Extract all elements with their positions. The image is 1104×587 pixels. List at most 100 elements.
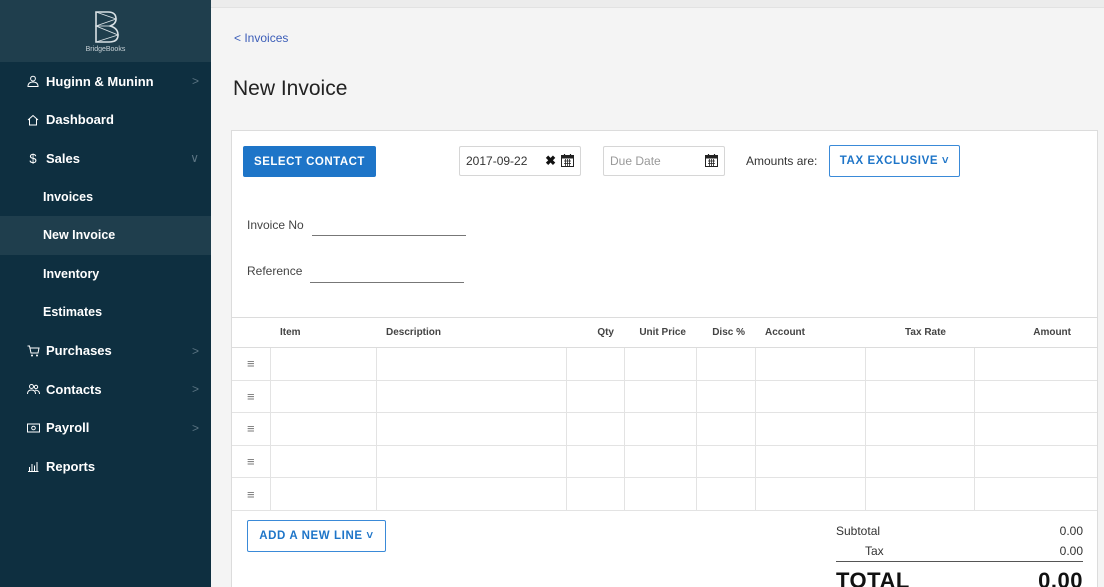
select-contact-button[interactable]: SELECT CONTACT: [243, 146, 376, 177]
chevron-right-icon: >: [191, 382, 199, 397]
sidebar-item-label: Contacts: [46, 381, 102, 397]
item-cell[interactable]: [270, 347, 377, 381]
user-icon: [26, 75, 40, 88]
tax-value: 0.00: [1059, 544, 1083, 558]
chevron-right-icon: >: [191, 420, 199, 435]
sidebar-item-contacts[interactable]: Contacts >: [0, 370, 211, 409]
unit-price-cell[interactable]: [624, 347, 697, 381]
sidebar-item-label: Estimates: [43, 305, 103, 320]
disc-cell[interactable]: [696, 477, 756, 511]
disc-cell[interactable]: [696, 445, 756, 479]
description-cell[interactable]: [376, 412, 567, 446]
sidebar-subitem-estimates[interactable]: Estimates: [0, 293, 211, 332]
description-cell[interactable]: [376, 477, 567, 511]
column-header-account: Account: [755, 317, 865, 348]
amount-cell[interactable]: [974, 412, 1097, 446]
unit-price-cell[interactable]: [624, 477, 697, 511]
sidebar-item-purchases[interactable]: Purchases >: [0, 332, 211, 371]
unit-price-cell[interactable]: [624, 412, 697, 446]
disc-cell[interactable]: [696, 380, 756, 414]
item-cell[interactable]: [270, 412, 377, 446]
calendar-icon[interactable]: [561, 154, 574, 170]
sidebar-subitem-invoices[interactable]: Invoices: [0, 178, 211, 217]
invoice-form-card: SELECT CONTACT 2017-09-22 ✖ Due Date Amo…: [231, 130, 1098, 587]
drag-handle-icon[interactable]: ≡: [232, 412, 271, 446]
sidebar-item-payroll[interactable]: Payroll >: [0, 409, 211, 448]
tax-rate-cell[interactable]: [865, 445, 975, 479]
table-row: ≡: [232, 445, 1097, 479]
amount-cell[interactable]: [974, 347, 1097, 381]
dollar-icon: $: [29, 150, 37, 166]
column-header-item: Item: [270, 317, 376, 348]
tax-rate-cell[interactable]: [865, 412, 975, 446]
drag-handle-icon[interactable]: ≡: [232, 347, 271, 381]
column-header-tax-rate: Tax Rate: [865, 317, 974, 348]
totals-divider: [836, 561, 1083, 562]
account-cell[interactable]: [755, 412, 866, 446]
drag-handle-icon[interactable]: ≡: [232, 380, 271, 414]
due-date-field[interactable]: Due Date: [603, 146, 725, 176]
sidebar-item-label: Invoices: [43, 189, 94, 204]
disc-cell[interactable]: [696, 347, 756, 381]
qty-cell[interactable]: [566, 477, 625, 511]
description-cell[interactable]: [376, 445, 567, 479]
table-row: ≡: [232, 380, 1097, 414]
item-cell[interactable]: [270, 445, 377, 479]
cart-icon: [26, 345, 40, 357]
clear-date-icon[interactable]: ✖: [545, 153, 556, 169]
qty-cell[interactable]: [566, 445, 625, 479]
sidebar-subitem-new-invoice[interactable]: New Invoice: [0, 216, 211, 255]
amount-cell[interactable]: [974, 477, 1097, 511]
account-cell[interactable]: [755, 380, 866, 414]
qty-cell[interactable]: [566, 412, 625, 446]
add-new-line-button[interactable]: ADD A NEW LINE ˅: [247, 520, 386, 552]
reference-label: Reference: [247, 264, 303, 278]
tax-label: Tax: [865, 544, 884, 558]
brand-name: BridgeBooks: [85, 45, 126, 53]
qty-cell[interactable]: [566, 380, 625, 414]
sidebar-subitem-inventory[interactable]: Inventory: [0, 255, 211, 294]
sidebar-item-dashboard[interactable]: Dashboard: [0, 101, 211, 140]
sidebar-item-reports[interactable]: Reports: [0, 447, 211, 486]
qty-cell[interactable]: [566, 347, 625, 381]
tax-mode-dropdown[interactable]: TAX EXCLUSIVE ˅: [829, 145, 960, 177]
main-content: < Invoices New Invoice SELECT CONTACT 20…: [211, 0, 1104, 587]
reference-input[interactable]: [310, 282, 464, 283]
drag-handle-icon[interactable]: ≡: [232, 477, 271, 511]
drag-handle-icon[interactable]: ≡: [232, 445, 271, 479]
unit-price-cell[interactable]: [624, 445, 697, 479]
invoice-date-field[interactable]: 2017-09-22 ✖: [459, 146, 581, 176]
breadcrumb-back-invoices[interactable]: < Invoices: [234, 31, 288, 45]
invoice-date-value: 2017-09-22: [466, 154, 528, 168]
sidebar-item-label: Reports: [46, 458, 96, 474]
sidebar-item-sales[interactable]: $ Sales ∨: [0, 139, 211, 178]
sidebar-item-label: Inventory: [43, 266, 100, 281]
disc-cell[interactable]: [696, 412, 756, 446]
column-header-description: Description: [376, 317, 566, 348]
tax-rate-cell[interactable]: [865, 477, 975, 511]
sidebar-item-organization[interactable]: Huginn & Muninn >: [0, 62, 211, 101]
home-icon: [26, 114, 40, 126]
amount-cell[interactable]: [974, 445, 1097, 479]
account-cell[interactable]: [755, 445, 866, 479]
total-value: 0.00: [1038, 568, 1083, 587]
tax-rate-cell[interactable]: [865, 347, 975, 381]
sidebar: BridgeBooks Huginn & Muninn > Dashboard …: [0, 0, 211, 587]
due-date-placeholder: Due Date: [610, 154, 661, 168]
invoice-no-input[interactable]: [312, 235, 466, 236]
item-cell[interactable]: [270, 477, 377, 511]
line-items-table: Item Description Qty Unit Price Disc % A…: [232, 317, 1097, 511]
tax-rate-cell[interactable]: [865, 380, 975, 414]
brand-logo[interactable]: BridgeBooks: [0, 0, 211, 62]
account-cell[interactable]: [755, 347, 866, 381]
description-cell[interactable]: [376, 380, 567, 414]
page-title: New Invoice: [233, 77, 348, 100]
calendar-icon[interactable]: [705, 154, 718, 170]
description-cell[interactable]: [376, 347, 567, 381]
unit-price-cell[interactable]: [624, 380, 697, 414]
sidebar-item-label: Dashboard: [46, 112, 114, 128]
account-cell[interactable]: [755, 477, 866, 511]
contacts-icon: [26, 383, 40, 395]
item-cell[interactable]: [270, 380, 377, 414]
amount-cell[interactable]: [974, 380, 1097, 414]
